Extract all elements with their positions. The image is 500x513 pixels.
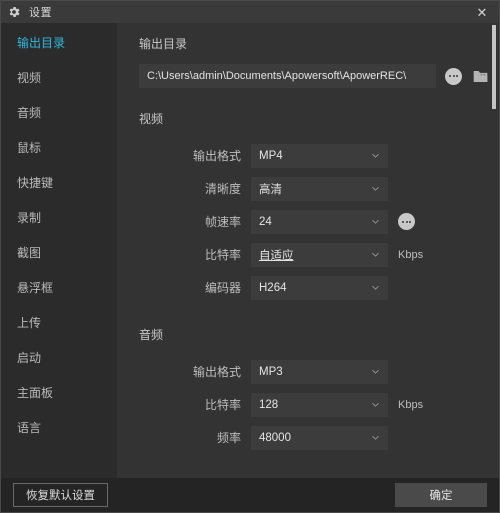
content-scrollbar-track[interactable] [492,25,496,477]
more-dots-icon[interactable] [445,67,462,85]
audio-bitrate-unit: Kbps [398,398,424,411]
audio-samplerate-label: 频率 [216,431,241,445]
audio-samplerate-value: 48000 [259,431,291,444]
video-bitrate-select[interactable]: 自适应 [251,242,388,267]
dot [401,220,404,223]
dot [452,75,455,77]
sidebar: 输出目录 视频 音频 鼠标 快捷键 录制 截图 悬浮框 上传 启动 主面板 语言 [1,23,117,480]
sidebar-item-screenshot[interactable]: 截图 [1,235,117,270]
dot [405,220,408,223]
folder-icon[interactable] [472,69,489,84]
audio-format-value: MP3 [259,365,283,378]
sidebar-item-startup[interactable]: 启动 [1,340,117,375]
video-encoder-select[interactable]: H264 [251,275,388,300]
window-title: 设置 [29,7,52,19]
settings-window: 设置 ✕ 输出目录 视频 音频 鼠标 快捷键 录制 截图 悬浮框 上传 启动 主… [0,0,500,513]
sidebar-item-label: 启动 [17,351,42,365]
video-quality-select[interactable]: 高清 [251,176,388,201]
sidebar-item-float-box[interactable]: 悬浮框 [1,270,117,305]
audio-format-row: 输出格式 MP3 [139,355,499,388]
sidebar-item-label: 悬浮框 [17,281,54,295]
sidebar-item-label: 主面板 [17,386,54,400]
video-encoder-row: 编码器 H264 [139,271,499,304]
sidebar-item-main-panel[interactable]: 主面板 [1,375,117,410]
chevron-down-icon [372,402,379,407]
chevron-down-icon [372,219,379,224]
sidebar-item-upload[interactable]: 上传 [1,305,117,340]
title-bar: 设置 ✕ [1,1,499,23]
framerate-more-dots-icon[interactable] [398,213,415,230]
output-path-input[interactable]: C:\Users\admin\Documents\Apowersoft\Apow… [139,64,436,88]
chevron-down-icon [372,186,379,191]
sidebar-item-label: 鼠标 [17,141,42,155]
sidebar-item-language[interactable]: 语言 [1,410,117,445]
sidebar-item-hotkeys[interactable]: 快捷键 [1,165,117,200]
chevron-down-icon [372,252,379,257]
dot [448,75,451,77]
video-quality-value: 高清 [259,183,282,196]
video-framerate-label: 帧速率 [204,215,241,229]
chevron-down-icon [372,435,379,440]
audio-samplerate-select[interactable]: 48000 [251,425,388,450]
video-encoder-value: H264 [259,281,287,294]
video-bitrate-label: 比特率 [204,248,241,262]
chevron-down-icon [372,285,379,290]
video-framerate-value: 24 [259,215,272,228]
audio-samplerate-row: 频率 48000 [139,421,499,454]
sidebar-item-label: 输出目录 [17,36,66,50]
video-format-label: 输出格式 [192,149,241,163]
output-dir-row: C:\Users\admin\Documents\Apowersoft\Apow… [139,64,499,88]
sidebar-item-mouse[interactable]: 鼠标 [1,130,117,165]
sidebar-item-label: 录制 [17,211,42,225]
close-icon[interactable]: ✕ [465,1,499,23]
chevron-down-icon [372,153,379,158]
sidebar-item-audio[interactable]: 音频 [1,95,117,130]
restore-defaults-button[interactable]: 恢复默认设置 [13,483,108,507]
video-quality-row: 清晰度 高清 [139,172,499,205]
sidebar-item-label: 截图 [17,246,42,260]
video-framerate-select[interactable]: 24 [251,209,388,234]
sidebar-item-record[interactable]: 录制 [1,200,117,235]
sidebar-item-video[interactable]: 视频 [1,60,117,95]
sidebar-item-label: 语言 [17,421,42,435]
audio-bitrate-label: 比特率 [204,398,241,412]
window-body: 输出目录 视频 音频 鼠标 快捷键 录制 截图 悬浮框 上传 启动 主面板 语言… [1,23,499,480]
audio-format-select[interactable]: MP3 [251,359,388,384]
video-format-value: MP4 [259,149,283,162]
dot [409,220,412,223]
gear-icon [9,6,20,18]
video-framerate-row: 帧速率 24 [139,205,499,238]
sidebar-item-output-dir[interactable]: 输出目录 [1,25,117,60]
video-format-row: 输出格式 MP4 [139,139,499,172]
sidebar-item-label: 视频 [17,71,42,85]
video-quality-label: 清晰度 [204,182,241,196]
video-encoder-label: 编码器 [204,281,241,295]
sidebar-item-label: 音频 [17,106,42,120]
video-bitrate-value: 自适应 [259,249,294,262]
section-heading-video: 视频 [139,112,164,126]
section-heading-output-dir: 输出目录 [139,37,188,51]
video-format-select[interactable]: MP4 [251,143,388,168]
audio-bitrate-value: 128 [259,398,279,411]
audio-format-label: 输出格式 [192,365,241,379]
settings-content-inner: 输出目录 C:\Users\admin\Documents\Apowersoft… [117,23,499,480]
section-heading-audio: 音频 [139,328,164,342]
video-bitrate-unit: Kbps [398,248,424,261]
settings-content-panel: 输出目录 C:\Users\admin\Documents\Apowersoft… [117,23,499,480]
dot [456,75,459,77]
video-bitrate-row: 比特率 自适应 Kbps [139,238,499,271]
content-scrollbar-thumb[interactable] [492,25,496,109]
sidebar-item-label: 上传 [17,316,42,330]
dialog-footer: 恢复默认设置 确定 [1,478,499,512]
audio-bitrate-select[interactable]: 128 [251,392,388,417]
confirm-button[interactable]: 确定 [395,483,487,507]
chevron-down-icon [372,369,379,374]
audio-bitrate-row: 比特率 128 Kbps [139,388,499,421]
sidebar-item-label: 快捷键 [17,176,54,190]
